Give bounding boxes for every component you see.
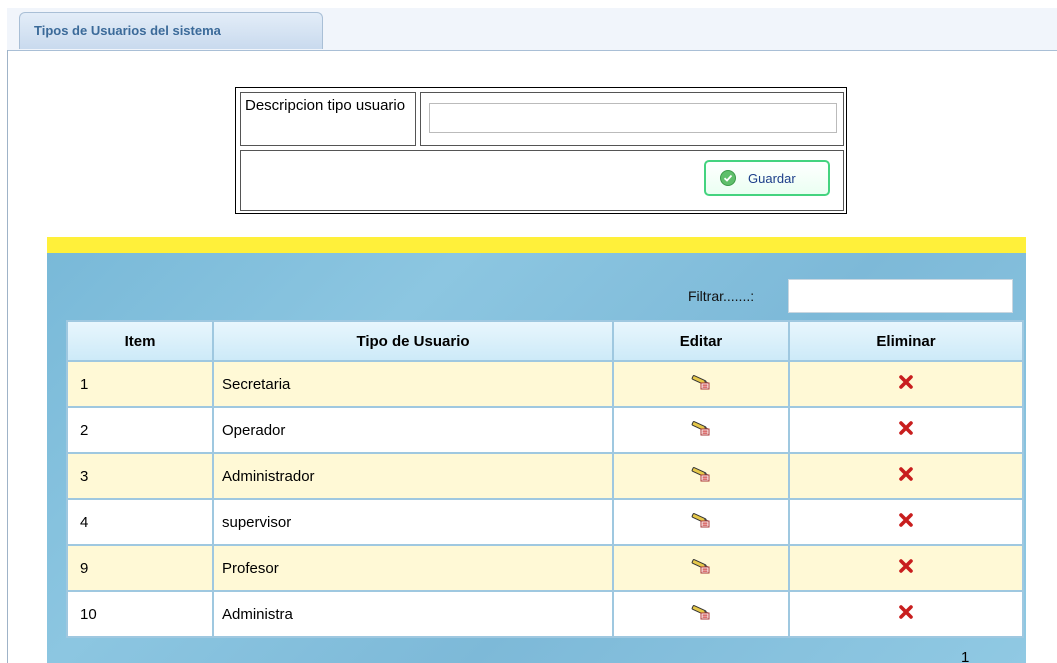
cell-tipo-usuario: Secretaria bbox=[212, 360, 614, 408]
edit-cell bbox=[612, 406, 790, 454]
user-type-form: Descripcion tipo usuario Guardar bbox=[235, 87, 847, 214]
delete-cell bbox=[788, 452, 1024, 500]
delete-x-icon[interactable] bbox=[898, 558, 914, 578]
cell-item: 9 bbox=[66, 544, 214, 592]
delete-x-icon[interactable] bbox=[898, 420, 914, 440]
edit-cell bbox=[612, 360, 790, 408]
tab-strip: Tipos de Usuarios del sistema bbox=[7, 8, 1057, 51]
edit-cell bbox=[612, 544, 790, 592]
page: Tipos de Usuarios del sistema Descripcio… bbox=[0, 0, 1057, 663]
cell-tipo-usuario: Administrador bbox=[212, 452, 614, 500]
delete-x-icon[interactable] bbox=[898, 512, 914, 532]
delete-cell bbox=[788, 360, 1024, 408]
edit-pencil-icon[interactable] bbox=[691, 420, 711, 440]
edit-pencil-icon[interactable] bbox=[691, 512, 711, 532]
delete-cell bbox=[788, 544, 1024, 592]
description-label-cell: Descripcion tipo usuario bbox=[240, 92, 416, 146]
delete-x-icon[interactable] bbox=[898, 466, 914, 486]
filter-input[interactable] bbox=[788, 279, 1013, 313]
edit-pencil-icon[interactable] bbox=[691, 374, 711, 394]
user-types-table: Item Tipo de Usuario Editar Eliminar 1 S… bbox=[66, 320, 1024, 638]
edit-pencil-icon[interactable] bbox=[691, 466, 711, 486]
cell-tipo-usuario: supervisor bbox=[212, 498, 614, 546]
cell-tipo-usuario: Operador bbox=[212, 406, 614, 454]
table-row: 3 Administrador bbox=[66, 452, 1024, 500]
delete-cell bbox=[788, 498, 1024, 546]
header-tipo-usuario[interactable]: Tipo de Usuario bbox=[212, 320, 614, 362]
cell-item: 1 bbox=[66, 360, 214, 408]
left-border bbox=[7, 50, 8, 663]
tab-label: Tipos de Usuarios del sistema bbox=[34, 23, 221, 38]
delete-x-icon[interactable] bbox=[898, 604, 914, 624]
delete-cell bbox=[788, 590, 1024, 638]
table-row: 4 supervisor bbox=[66, 498, 1024, 546]
edit-cell bbox=[612, 452, 790, 500]
delete-x-icon[interactable] bbox=[898, 374, 914, 394]
highlight-bar bbox=[47, 237, 1026, 253]
delete-cell bbox=[788, 406, 1024, 454]
cell-item: 4 bbox=[66, 498, 214, 546]
user-types-panel: Filtrar.......: Item Tipo de Usuario Edi… bbox=[47, 253, 1026, 663]
cell-tipo-usuario: Profesor bbox=[212, 544, 614, 592]
tab-tipos-usuarios[interactable]: Tipos de Usuarios del sistema bbox=[19, 12, 323, 49]
edit-pencil-icon[interactable] bbox=[691, 558, 711, 578]
description-input[interactable] bbox=[429, 103, 837, 133]
save-button[interactable]: Guardar bbox=[704, 160, 830, 196]
table-row: 9 Profesor bbox=[66, 544, 1024, 592]
header-item[interactable]: Item bbox=[66, 320, 214, 362]
description-label: Descripcion tipo usuario bbox=[245, 97, 406, 114]
cell-item: 3 bbox=[66, 452, 214, 500]
edit-cell bbox=[612, 590, 790, 638]
edit-pencil-icon[interactable] bbox=[691, 604, 711, 624]
header-eliminar: Eliminar bbox=[788, 320, 1024, 362]
cell-item: 2 bbox=[66, 406, 214, 454]
filter-label: Filtrar.......: bbox=[688, 288, 755, 304]
header-editar: Editar bbox=[612, 320, 790, 362]
table-row: 1 Secretaria bbox=[66, 360, 1024, 408]
table-header-row: Item Tipo de Usuario Editar Eliminar bbox=[66, 320, 1024, 362]
pager-page-number[interactable]: 1 bbox=[961, 649, 969, 663]
table-row: 10 Administra bbox=[66, 590, 1024, 638]
cell-tipo-usuario: Administra bbox=[212, 590, 614, 638]
table-row: 2 Operador bbox=[66, 406, 1024, 454]
check-circle-icon bbox=[720, 170, 736, 186]
save-button-label: Guardar bbox=[748, 171, 796, 186]
cell-item: 10 bbox=[66, 590, 214, 638]
description-input-cell bbox=[420, 92, 844, 146]
edit-cell bbox=[612, 498, 790, 546]
